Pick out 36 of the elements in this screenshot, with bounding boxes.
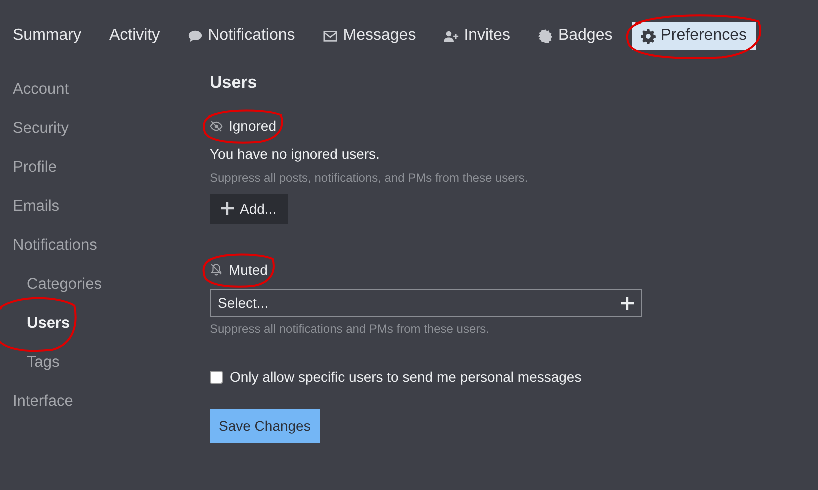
tab[interactable]: Badges: [529, 22, 622, 50]
plus-icon: [221, 202, 234, 215]
sidebar-item[interactable]: Emails: [0, 187, 60, 226]
sidebar-item[interactable]: Account: [0, 70, 70, 109]
sidebar-item[interactable]: Security: [0, 109, 69, 148]
sidebar-item[interactable]: Interface: [0, 382, 74, 421]
sidebar-item[interactable]: Tags: [0, 343, 60, 382]
sidebar-item[interactable]: Notifications: [0, 226, 98, 265]
sidebar-item[interactable]: Categories: [0, 265, 102, 304]
sidebar-item[interactable]: Users: [0, 304, 70, 343]
eye-slash-icon: [210, 120, 223, 132]
envelope-icon: [323, 28, 338, 44]
tab[interactable]: Activity: [100, 22, 170, 50]
tab[interactable]: Preferences: [632, 22, 756, 50]
user-select-field[interactable]: Select...: [210, 289, 642, 317]
save-button[interactable]: Save Changes: [210, 409, 320, 443]
field-label: Ignored: [229, 118, 276, 134]
tab[interactable]: Invites: [435, 22, 520, 50]
badge-icon: [538, 28, 554, 44]
checkbox[interactable]: [210, 370, 223, 384]
settings-icon: [640, 28, 656, 44]
plus-icon: [621, 296, 634, 310]
tab[interactable]: Messages: [314, 22, 426, 50]
bell-slash-icon: [210, 263, 223, 276]
user-plus-icon: [444, 28, 460, 44]
add-button[interactable]: Add...: [210, 194, 288, 224]
sidebar-item[interactable]: Profile: [0, 148, 57, 187]
help-text: Suppress all posts, notifications, and PMs from these users.: [210, 170, 530, 184]
tab[interactable]: Notifications: [179, 22, 304, 50]
field-label: Muted: [229, 262, 268, 278]
checkbox-label: Only allow specific users to send me personal messages: [230, 369, 582, 385]
speech-bubble-icon: [188, 28, 204, 44]
empty-message: You have no ignored users.: [210, 146, 381, 162]
section-title: Users: [210, 72, 258, 93]
help-text: Suppress all notifications and PMs from these users.: [210, 322, 490, 336]
tab[interactable]: Summary: [4, 22, 90, 50]
